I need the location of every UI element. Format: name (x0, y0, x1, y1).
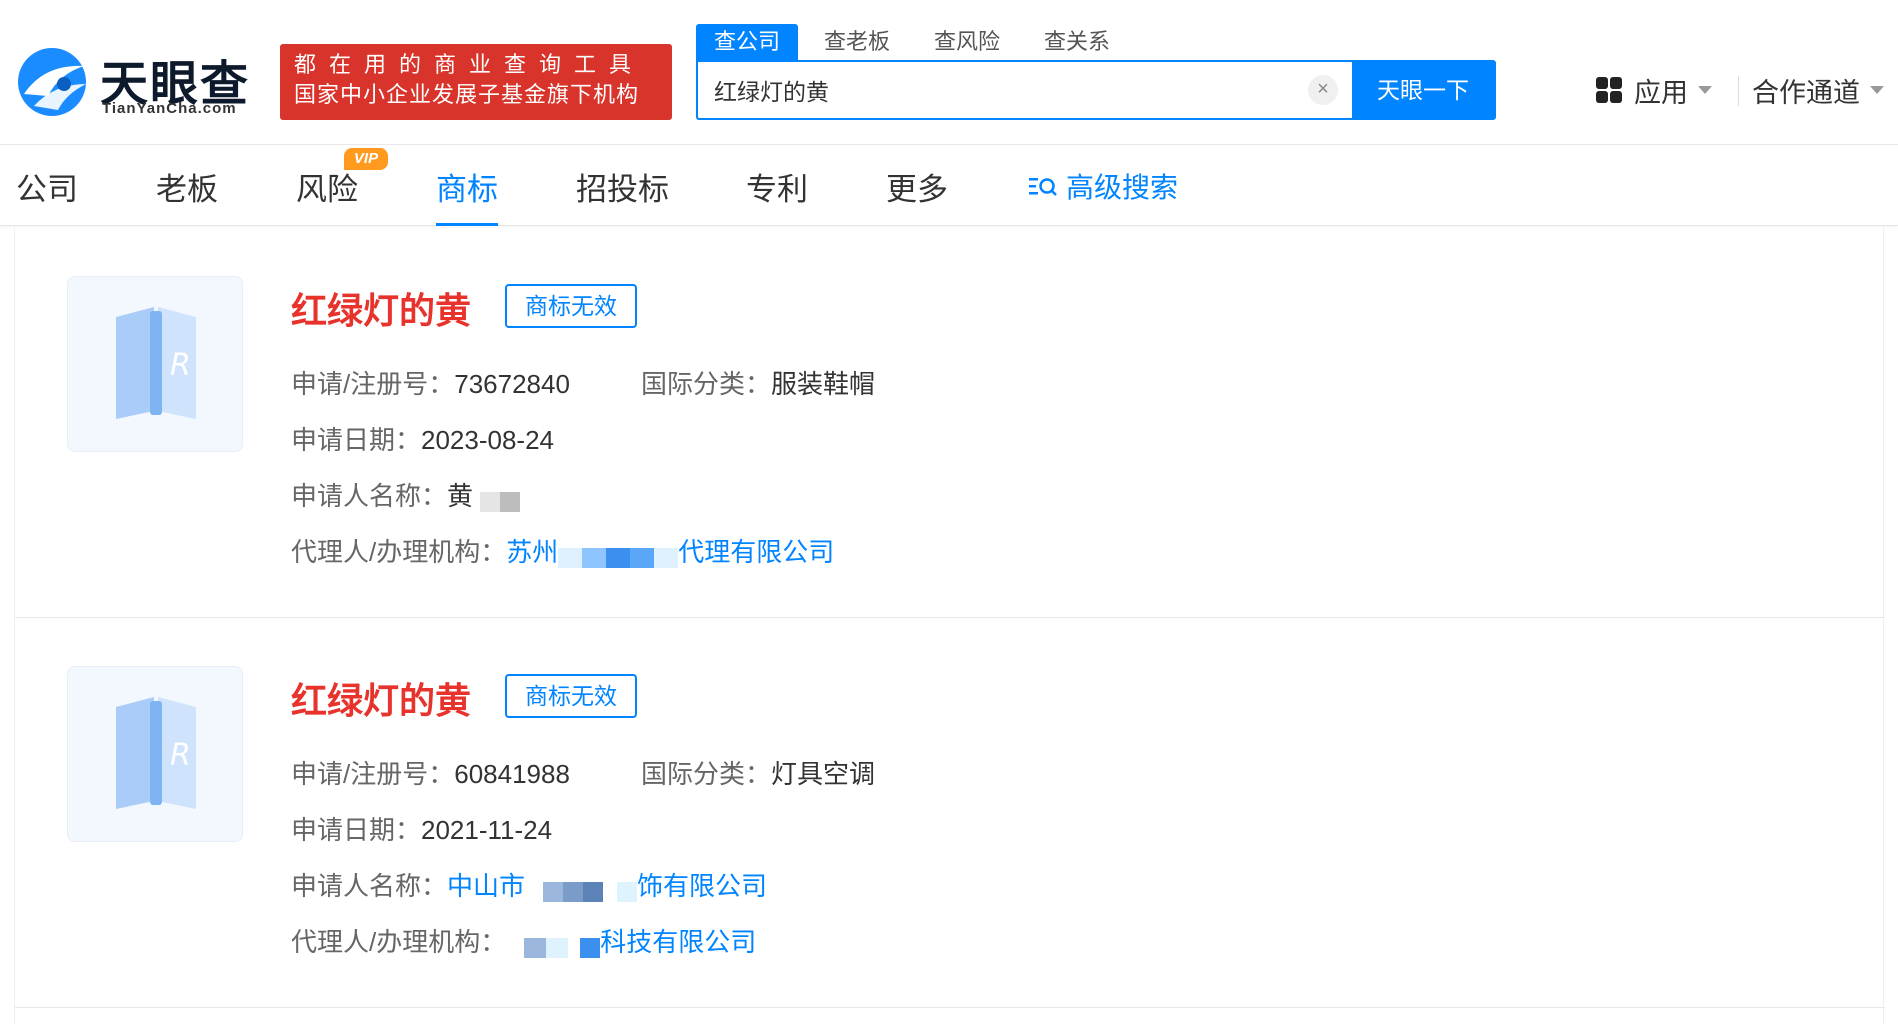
trademark-title[interactable]: 红绿灯的黄 (291, 282, 471, 334)
trademark-result-card: R 红绿灯的黄 商标无效 申请/注册号：73672840 国际分类：服装鞋帽 申… (15, 228, 1885, 618)
search-type-tabs: 查公司 查老板 查风险 查关系 (696, 24, 1136, 60)
search-button[interactable]: 天眼一下 (1352, 62, 1494, 118)
registration-number-row: 申请/注册号：60841988 (291, 754, 570, 791)
nav-risk[interactable]: 风险 (296, 164, 358, 226)
applicant-row: 申请人名称：中山市 饰有限公司 (291, 866, 767, 903)
nav-bidding[interactable]: 招投标 (576, 164, 669, 226)
class-value: 灯具空调 (771, 759, 876, 789)
redacted-mosaic (480, 485, 521, 513)
top-header: 天眼查 TianYanCha.com 都在用的商业查询工具 国家中小企业发展子基… (0, 0, 1898, 145)
tab-search-risk[interactable]: 查风险 (916, 24, 1018, 60)
nav-trademark[interactable]: 商标 (436, 164, 498, 226)
advanced-search-link[interactable]: 高级搜索 (1028, 166, 1178, 206)
date-value: 2023-08-24 (421, 425, 555, 455)
class-row: 国际分类：灯具空调 (641, 754, 875, 791)
applicant-link-suffix[interactable]: 饰有限公司 (637, 871, 767, 901)
search-input[interactable] (698, 62, 1308, 118)
advanced-search-icon (1029, 178, 1057, 196)
registration-label: 申请/注册号： (291, 369, 455, 399)
date-value: 2021-11-24 (421, 815, 553, 845)
tab-search-boss[interactable]: 查老板 (806, 24, 908, 60)
agent-label: 代理人/办理机构： (291, 927, 507, 957)
results-list: R 红绿灯的黄 商标无效 申请/注册号：73672840 国际分类：服装鞋帽 申… (14, 228, 1885, 1024)
nav-boss[interactable]: 老板 (156, 164, 218, 226)
search-box: × 天眼一下 (696, 60, 1496, 120)
agent-label: 代理人/办理机构： (291, 537, 507, 567)
tab-search-company[interactable]: 查公司 (696, 24, 799, 60)
date-label: 申请日期： (291, 815, 422, 845)
trademark-result-card: R 红绿灯的黄 商标无效 申请/注册号：60841988 国际分类：灯具空调 申… (15, 618, 1885, 1008)
registration-label: 申请/注册号： (291, 759, 455, 789)
applicant-name-prefix: 黄 (447, 481, 474, 511)
agent-link-suffix[interactable]: 科技有限公司 (600, 927, 756, 957)
class-row: 国际分类：服装鞋帽 (641, 364, 875, 401)
svg-text:R: R (170, 738, 191, 773)
status-badge: 商标无效 (505, 284, 637, 328)
trademark-placeholder-icon: R (116, 307, 196, 419)
applicant-link-prefix[interactable]: 中山市 (447, 871, 525, 901)
slogan-line-2: 国家中小企业发展子基金旗下机构 (294, 82, 640, 107)
apps-label: 应用 (1634, 77, 1688, 108)
date-label: 申请日期： (291, 425, 422, 455)
clear-icon[interactable]: × (1308, 75, 1338, 105)
nav-company[interactable]: 公司 (16, 164, 78, 226)
agent-link-prefix[interactable]: 苏州 (506, 537, 558, 567)
apps-grid-icon (1596, 77, 1622, 103)
header-divider (1738, 76, 1739, 106)
svg-text:R: R (170, 348, 191, 383)
slogan-banner: 都在用的商业查询工具 国家中小企业发展子基金旗下机构 (280, 44, 672, 120)
trademark-placeholder-icon: R (116, 697, 196, 809)
trademark-image[interactable]: R (67, 666, 243, 842)
logo-url: TianYanCha.com (102, 100, 237, 117)
cooperation-label: 合作通道 (1752, 77, 1860, 108)
vip-badge: VIP (344, 148, 388, 170)
applicant-row: 申请人名称：黄 (291, 476, 521, 513)
applicant-label: 申请人名称： (291, 481, 448, 511)
registration-value: 60841988 (454, 759, 570, 789)
agent-link-suffix[interactable]: 代理有限公司 (678, 537, 834, 567)
redacted-mosaic (506, 931, 601, 959)
logo-eye-icon (18, 48, 86, 116)
registration-number-row: 申请/注册号：73672840 (291, 364, 570, 401)
status-badge: 商标无效 (505, 674, 637, 718)
class-label: 国际分类： (641, 759, 772, 789)
apps-menu[interactable]: 应用 (1596, 70, 1712, 110)
tianyancha-logo[interactable]: 天眼查 TianYanCha.com (14, 44, 264, 120)
redacted-mosaic (525, 875, 638, 903)
chevron-down-icon (1698, 86, 1712, 94)
registration-value: 73672840 (454, 369, 570, 399)
tab-search-relation[interactable]: 查关系 (1026, 24, 1128, 60)
advanced-search-label: 高级搜索 (1066, 172, 1179, 203)
trademark-image[interactable]: R (67, 276, 243, 452)
date-row: 申请日期：2021-11-24 (291, 810, 552, 847)
class-label: 国际分类： (641, 369, 772, 399)
cooperation-menu[interactable]: 合作通道 (1752, 70, 1884, 110)
agent-row: 代理人/办理机构：苏州 代理有限公司 (291, 532, 834, 569)
chevron-down-icon (1870, 86, 1884, 94)
category-nav: 公司 老板 风险 商标 招投标 专利 更多 (0, 146, 1898, 226)
applicant-label: 申请人名称： (291, 871, 448, 901)
nav-patent[interactable]: 专利 (746, 164, 808, 226)
agent-row: 代理人/办理机构： 科技有限公司 (291, 922, 756, 959)
slogan-line-1: 都在用的商业查询工具 (294, 52, 645, 77)
trademark-title[interactable]: 红绿灯的黄 (291, 672, 471, 724)
date-row: 申请日期：2023-08-24 (291, 420, 554, 457)
redacted-mosaic (558, 541, 679, 569)
nav-more[interactable]: 更多 (886, 164, 948, 226)
class-value: 服装鞋帽 (771, 369, 876, 399)
